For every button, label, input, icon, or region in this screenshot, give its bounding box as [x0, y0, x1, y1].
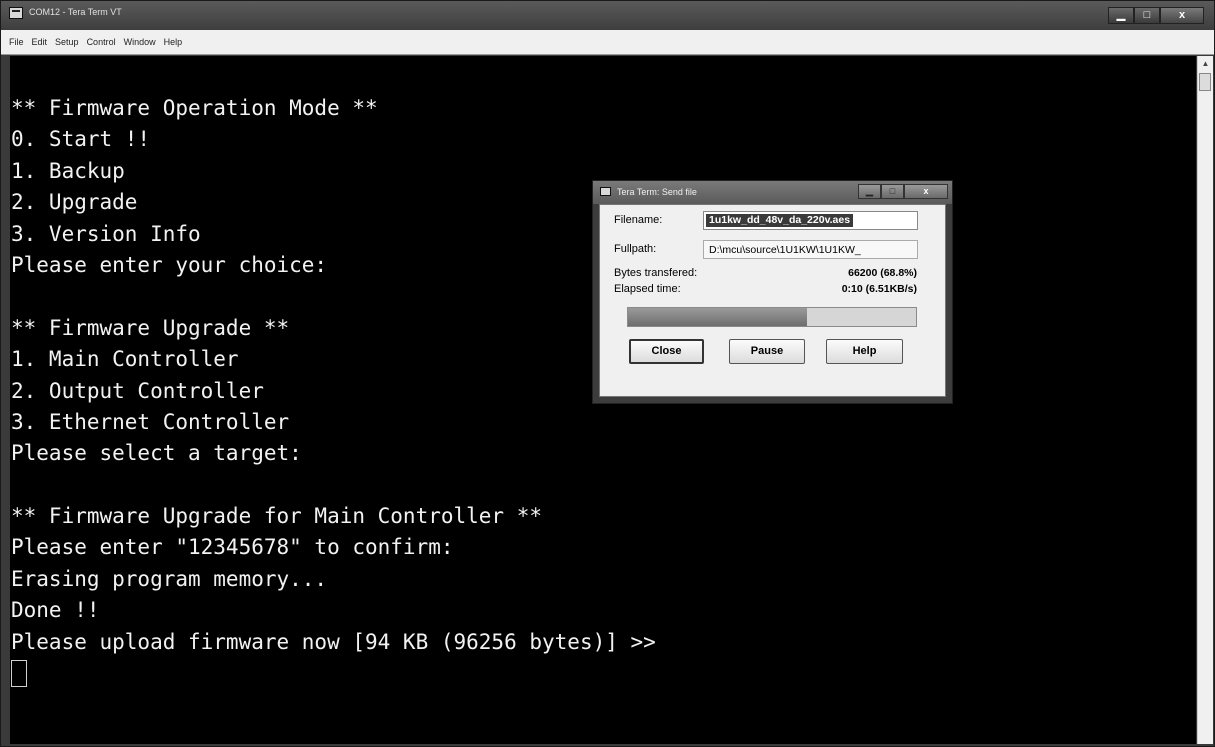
scroll-thumb[interactable] — [1199, 73, 1211, 91]
vertical-scrollbar[interactable]: ▲ — [1197, 56, 1213, 744]
terminal-line: Please upload firmware now [94 KB (96256… — [11, 629, 656, 654]
minimize-button[interactable]: ▁ — [1108, 7, 1134, 24]
elapsed-time-value: 0:10 (6.51KB/s) — [841, 283, 917, 295]
elapsed-time-label: Elapsed time: — [614, 283, 681, 295]
terminal-line: 1. Backup — [11, 158, 125, 183]
filename-label: Filename: — [614, 214, 663, 226]
terminal-line: ** Firmware Operation Mode ** — [11, 96, 378, 120]
menu-help[interactable]: Help — [164, 37, 183, 47]
tera-term-dialog-icon — [600, 187, 611, 196]
filename-value: 1u1kw_dd_48v_da_220v.aes — [706, 214, 854, 227]
progress-fill — [628, 308, 807, 326]
title-bar[interactable]: COM12 - Tera Term VT ▁ □ x — [1, 1, 1214, 30]
text-cursor — [11, 660, 27, 687]
send-file-dialog: Tera Term: Send file ▁ □ x Filename: 1u1… — [592, 180, 953, 404]
dialog-body: Filename: 1u1kw_dd_48v_da_220v.aes Fullp… — [599, 204, 946, 397]
terminal-line: 3. Version Info — [11, 221, 201, 246]
dialog-maximize-button[interactable]: □ — [881, 184, 904, 199]
dialog-title-bar[interactable]: Tera Term: Send file ▁ □ x — [593, 181, 952, 204]
close-window-button[interactable]: x — [1160, 7, 1204, 24]
help-button[interactable]: Help — [826, 339, 903, 364]
terminal-line: Erasing program memory... — [11, 566, 328, 591]
tera-term-app-icon[interactable] — [9, 7, 23, 19]
terminal-line: Please enter "12345678" to confirm: — [11, 535, 454, 560]
terminal-line: ** Firmware Upgrade for Main Controller … — [11, 504, 543, 529]
terminal-line: Please enter your choice: — [11, 252, 328, 277]
scroll-up-arrow-icon[interactable]: ▲ — [1198, 56, 1213, 72]
maximize-button[interactable]: □ — [1134, 7, 1160, 24]
terminal-output: ** Firmware Operation Mode ** 0. Start !… — [11, 93, 656, 658]
pause-button[interactable]: Pause — [729, 339, 805, 364]
terminal-line: 2. Output Controller — [11, 378, 264, 403]
fullpath-label: Fullpath: — [614, 243, 657, 255]
terminal-line: ** Firmware Upgrade ** — [11, 315, 290, 340]
terminal-line: 0. Start !! — [11, 127, 151, 152]
menu-edit[interactable]: Edit — [32, 37, 48, 47]
terminal-line: Please select a target: — [11, 441, 302, 466]
dialog-close-x-button[interactable]: x — [904, 184, 948, 199]
window-title: COM12 - Tera Term VT — [29, 7, 122, 17]
bytes-transferred-label: Bytes transfered: — [614, 267, 698, 279]
menu-file[interactable]: File — [9, 37, 24, 47]
terminal-line: 2. Upgrade — [11, 190, 138, 215]
fullpath-field[interactable]: D:\mcu\source\1U1KW\1U1KW_ — [703, 240, 918, 259]
fullpath-value: D:\mcu\source\1U1KW\1U1KW_ — [709, 244, 861, 256]
transfer-progress-bar — [627, 307, 917, 327]
dialog-minimize-button[interactable]: ▁ — [858, 184, 881, 199]
filename-field[interactable]: 1u1kw_dd_48v_da_220v.aes — [703, 211, 918, 230]
menu-setup[interactable]: Setup — [55, 37, 79, 47]
terminal-line: Done !! — [11, 598, 100, 623]
terminal-line: 3. Ethernet Controller — [11, 409, 290, 434]
menu-control[interactable]: Control — [87, 37, 116, 47]
caption-buttons: ▁ □ x — [1108, 7, 1204, 24]
terminal-line: 1. Main Controller — [11, 347, 239, 372]
bytes-transferred-value: 66200 (68.8%) — [848, 267, 917, 279]
dialog-title: Tera Term: Send file — [617, 187, 697, 197]
menu-bar: File Edit Setup Control Window Help — [1, 30, 1214, 55]
close-button[interactable]: Close — [629, 339, 704, 364]
dialog-caption-buttons: ▁ □ x — [858, 184, 948, 199]
menu-window[interactable]: Window — [124, 37, 156, 47]
